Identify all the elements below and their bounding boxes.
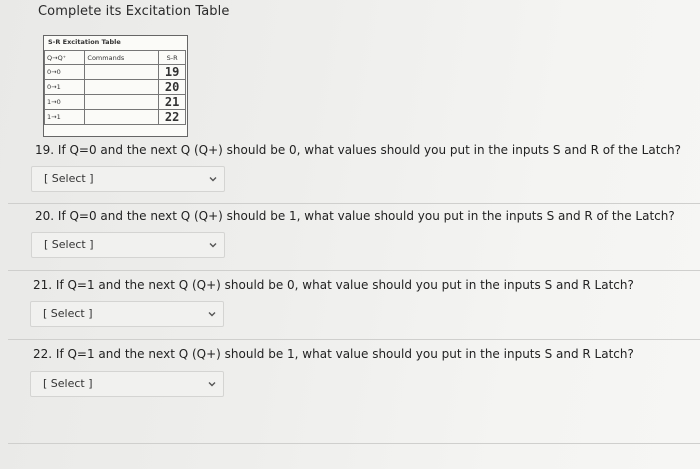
divider [8, 443, 700, 444]
select-value: [ Select ] [43, 307, 93, 320]
table-row: 0→0 19 [43, 64, 186, 80]
table-row: 1→0 21 [43, 94, 186, 110]
excitation-table: Q→Q⁺ Commands S-R 0→0 19 0→1 20 1→0 21 1… [43, 50, 186, 125]
table-row: 0→1 20 [43, 79, 186, 95]
table-header-row: Q→Q⁺ Commands S-R [43, 50, 186, 65]
excitation-table-image: S-R Excitation Table Q→Q⁺ Commands S-R 0… [43, 35, 188, 137]
row-answer-number: 22 [158, 109, 186, 125]
quiz-page: Complete its Excitation Table S-R Excita… [0, 0, 700, 469]
divider [8, 270, 700, 271]
chevron-down-icon [209, 243, 217, 248]
row-answer-number: 19 [158, 64, 186, 80]
question-20-text: 20. If Q=0 and the next Q (Q+) should be… [35, 209, 675, 223]
table-title: S-R Excitation Table [48, 38, 121, 46]
row-transition: 0→1 [43, 79, 86, 95]
table-row: 1→1 22 [43, 109, 186, 125]
chevron-down-icon [209, 177, 217, 182]
header-sr: S-R [158, 50, 186, 65]
select-value: [ Select ] [43, 377, 93, 390]
chevron-down-icon [208, 312, 216, 317]
question-22-select[interactable]: [ Select ] [30, 371, 224, 397]
row-transition: 1→1 [43, 109, 86, 125]
select-value: [ Select ] [44, 172, 94, 185]
divider [8, 203, 700, 204]
page-heading: Complete its Excitation Table [38, 4, 230, 19]
chevron-down-icon [208, 382, 216, 387]
question-19-select[interactable]: [ Select ] [31, 166, 225, 192]
select-value: [ Select ] [44, 238, 94, 251]
row-command [84, 64, 160, 80]
question-19-text: 19. If Q=0 and the next Q (Q+) should be… [35, 143, 681, 157]
header-transition: Q→Q⁺ [43, 50, 86, 65]
row-transition: 0→0 [43, 64, 86, 80]
row-answer-number: 21 [158, 94, 186, 110]
question-21-text: 21. If Q=1 and the next Q (Q+) should be… [33, 278, 634, 292]
divider [8, 339, 700, 340]
question-20-select[interactable]: [ Select ] [31, 232, 225, 258]
header-commands: Commands [84, 50, 160, 65]
row-transition: 1→0 [43, 94, 86, 110]
row-command [84, 94, 160, 110]
row-command [84, 109, 160, 125]
question-21-select[interactable]: [ Select ] [30, 301, 224, 327]
row-command [84, 79, 160, 95]
row-answer-number: 20 [158, 79, 186, 95]
question-22-text: 22. If Q=1 and the next Q (Q+) should be… [33, 347, 634, 361]
